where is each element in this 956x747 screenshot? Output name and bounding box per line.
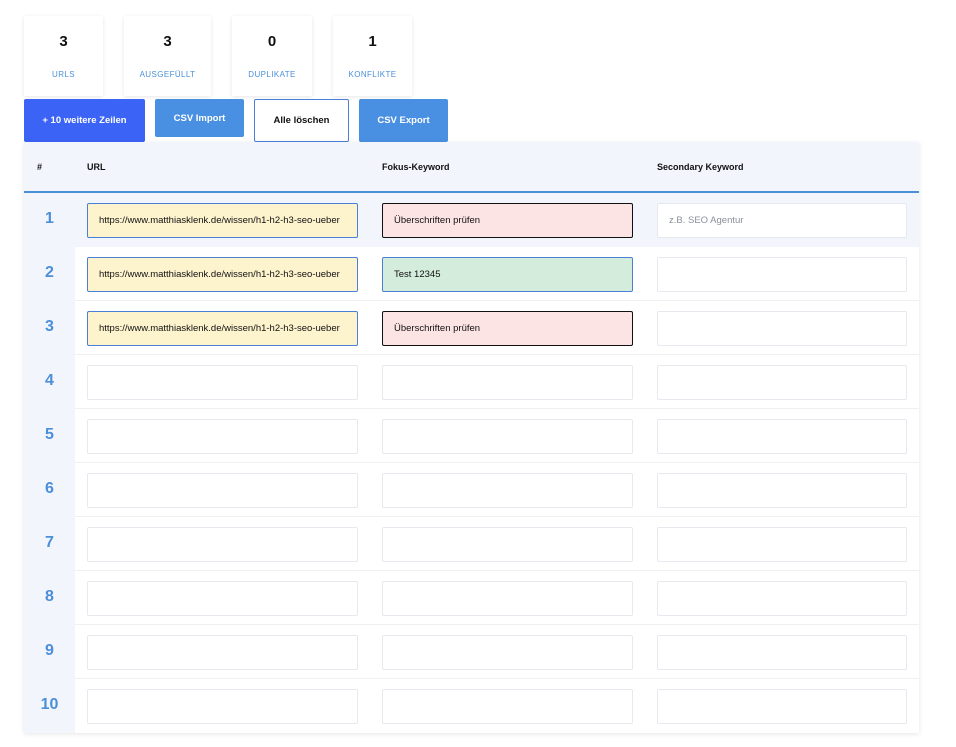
secondary-keyword-input[interactable] xyxy=(657,257,907,292)
table-header: # URL Fokus-Keyword Secondary Keyword xyxy=(24,142,919,193)
column-header-secondary-keyword: Secondary Keyword xyxy=(657,162,744,172)
stat-label: DUPLIKATE xyxy=(248,70,296,79)
secondary-keyword-input[interactable] xyxy=(657,689,907,724)
url-input[interactable] xyxy=(87,365,358,400)
focus-keyword-input[interactable] xyxy=(382,581,633,616)
table-row: 8 xyxy=(24,571,919,625)
secondary-keyword-input[interactable] xyxy=(657,635,907,670)
add-rows-button[interactable]: + 10 weitere Zeilen xyxy=(24,99,145,142)
url-input[interactable] xyxy=(87,581,358,616)
row-number: 6 xyxy=(45,480,54,497)
secondary-keyword-input[interactable] xyxy=(657,419,907,454)
url-input[interactable] xyxy=(87,689,358,724)
url-input[interactable] xyxy=(87,419,358,454)
clear-all-button[interactable]: Alle löschen xyxy=(254,99,349,142)
secondary-keyword-input[interactable]: z.B. SEO Agentur xyxy=(657,203,907,238)
table-row: 10 xyxy=(24,679,919,733)
row-number: 5 xyxy=(45,426,54,443)
row-number: 8 xyxy=(45,588,54,605)
stat-value: 3 xyxy=(59,33,68,50)
focus-keyword-input[interactable]: Test 12345 xyxy=(382,257,633,292)
stat-card-filled: 3 AUSGEFÜLLT xyxy=(124,16,211,96)
row-number: 10 xyxy=(40,696,59,713)
table-row: 5 xyxy=(24,409,919,463)
table-row: 3 https://www.matthiasklenk.de/wissen/h1… xyxy=(24,301,919,355)
focus-keyword-input[interactable] xyxy=(382,473,633,508)
focus-keyword-input[interactable]: Überschriften prüfen xyxy=(382,311,633,346)
stat-label: AUSGEFÜLLT xyxy=(139,70,196,79)
csv-import-button[interactable]: CSV Import xyxy=(155,99,244,137)
url-input[interactable] xyxy=(87,635,358,670)
secondary-keyword-input[interactable] xyxy=(657,311,907,346)
row-number: 7 xyxy=(45,534,54,551)
stat-label: URLS xyxy=(52,70,75,79)
url-input[interactable] xyxy=(87,473,358,508)
row-number: 1 xyxy=(45,210,54,227)
stat-label: KONFLIKTE xyxy=(348,70,397,79)
focus-keyword-input[interactable] xyxy=(382,419,633,454)
keyword-table: # URL Fokus-Keyword Secondary Keyword 1 … xyxy=(24,142,919,733)
table-row: 2 https://www.matthiasklenk.de/wissen/h1… xyxy=(24,247,919,301)
secondary-keyword-input[interactable] xyxy=(657,473,907,508)
secondary-keyword-input[interactable] xyxy=(657,365,907,400)
table-row: 1 https://www.matthiasklenk.de/wissen/h1… xyxy=(24,193,919,247)
row-number: 2 xyxy=(45,264,54,281)
stat-value: 1 xyxy=(368,33,377,50)
row-number: 4 xyxy=(45,372,54,389)
row-number: 3 xyxy=(45,318,54,335)
focus-keyword-input[interactable] xyxy=(382,365,633,400)
column-header-focus-keyword: Fokus-Keyword xyxy=(382,162,450,172)
stat-card-duplicates: 0 DUPLIKATE xyxy=(232,16,312,96)
url-input[interactable]: https://www.matthiasklenk.de/wissen/h1-h… xyxy=(87,311,358,346)
stat-card-conflicts: 1 KONFLIKTE xyxy=(333,16,412,96)
focus-keyword-input[interactable] xyxy=(382,635,633,670)
stat-card-urls: 3 URLS xyxy=(24,16,103,96)
secondary-keyword-input[interactable] xyxy=(657,581,907,616)
row-number: 9 xyxy=(45,642,54,659)
stat-value: 3 xyxy=(163,33,172,50)
focus-keyword-input[interactable]: Überschriften prüfen xyxy=(382,203,633,238)
stat-value: 0 xyxy=(267,33,277,50)
focus-keyword-input[interactable] xyxy=(382,689,633,724)
url-input[interactable]: https://www.matthiasklenk.de/wissen/h1-h… xyxy=(87,257,358,292)
url-input[interactable] xyxy=(87,527,358,562)
column-header-num: # xyxy=(37,162,43,172)
secondary-keyword-input[interactable] xyxy=(657,527,907,562)
csv-export-button[interactable]: CSV Export xyxy=(359,99,448,142)
table-row: 7 xyxy=(24,517,919,571)
column-header-url: URL xyxy=(87,162,106,172)
table-row: 9 xyxy=(24,625,919,679)
focus-keyword-input[interactable] xyxy=(382,527,633,562)
url-input[interactable]: https://www.matthiasklenk.de/wissen/h1-h… xyxy=(87,203,358,238)
table-row: 4 xyxy=(24,355,919,409)
table-row: 6 xyxy=(24,463,919,517)
